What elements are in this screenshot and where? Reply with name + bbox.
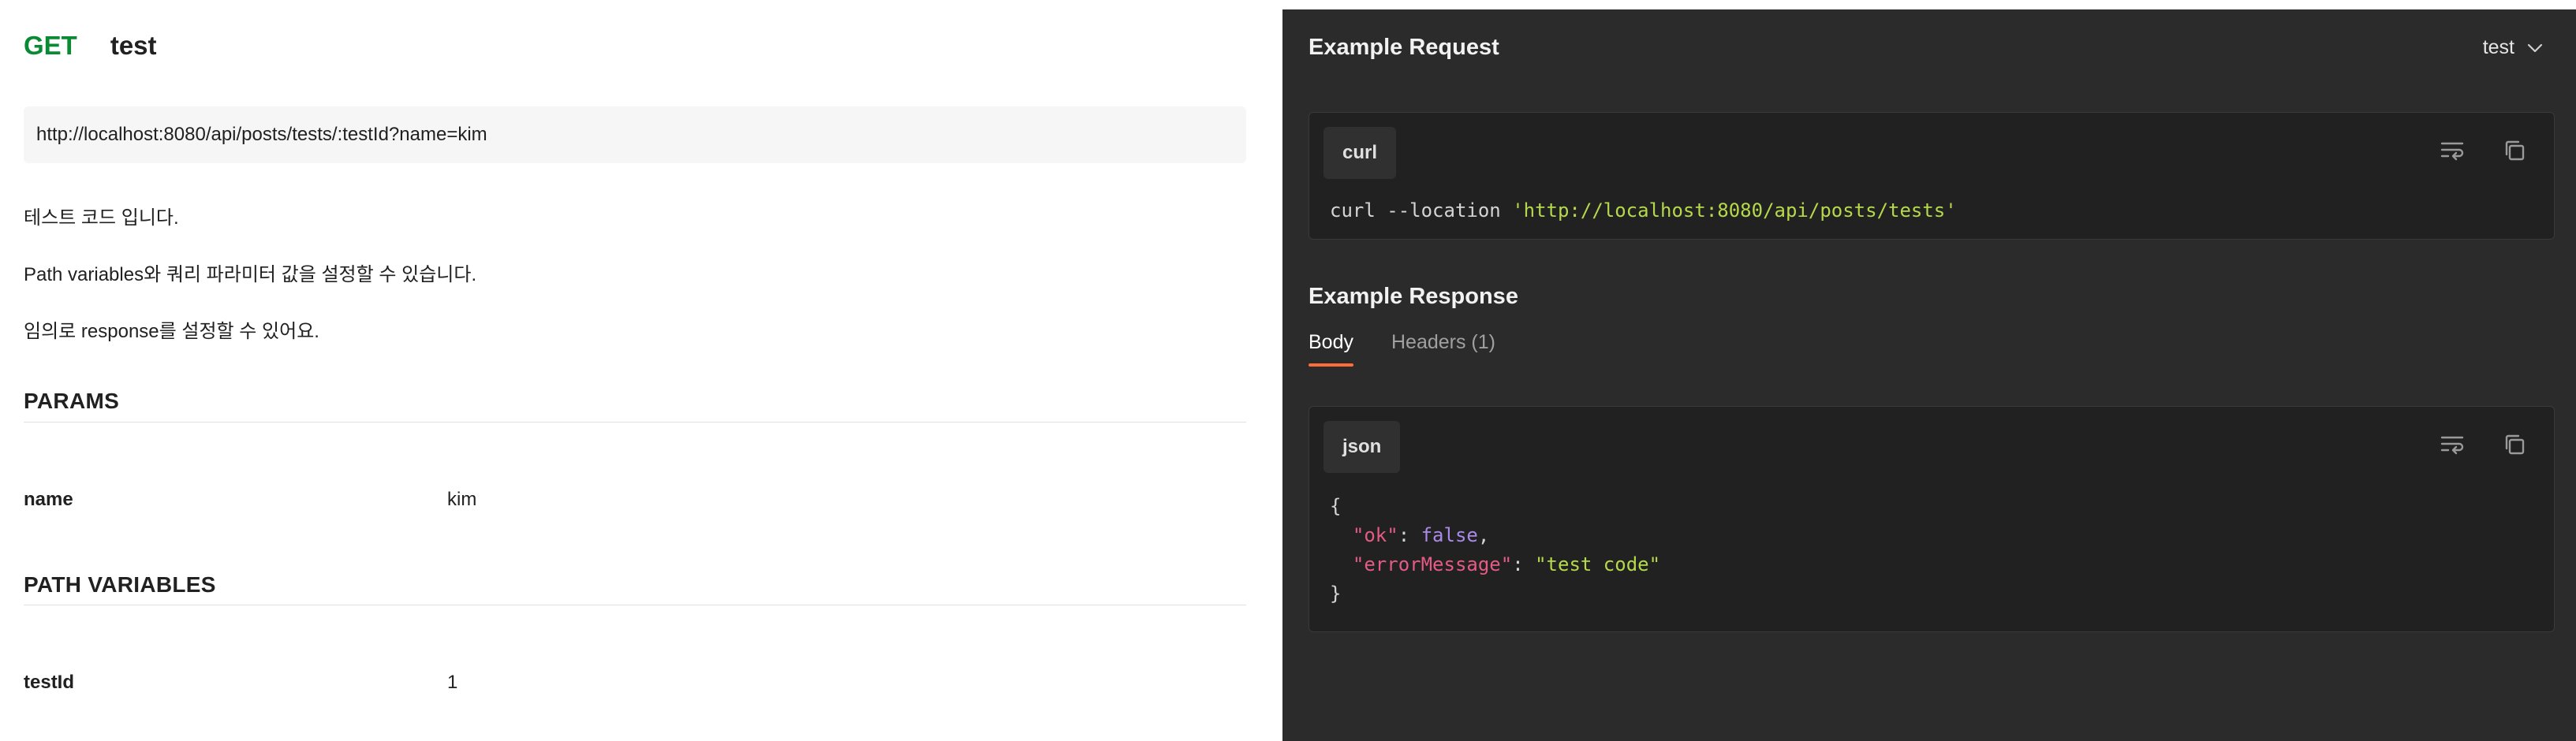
param-value: kim xyxy=(447,489,477,510)
json-value: false xyxy=(1421,524,1478,546)
example-response-code-card: json { "ok": false, "errorMessage": "tes… xyxy=(1309,406,2555,632)
example-request-code-card: curl curl --location 'http://localhost:8… xyxy=(1309,112,2555,240)
description-line: 테스트 코드 입니다. xyxy=(24,207,179,229)
language-badge: curl xyxy=(1323,127,1397,179)
json-value: "test code" xyxy=(1535,553,1661,575)
language-badge: json xyxy=(1323,421,1401,473)
json-key: "ok" xyxy=(1352,524,1398,546)
chevron-down-icon xyxy=(2527,43,2543,52)
wrap-lines-icon[interactable] xyxy=(2439,430,2467,459)
json-key: "errorMessage" xyxy=(1352,553,1513,575)
divider xyxy=(24,422,1246,423)
tab-headers[interactable]: Headers (1) xyxy=(1391,331,1495,367)
path-variables-section-title: PATH VARIABLES xyxy=(24,572,216,597)
example-request-title: Example Request xyxy=(1309,35,1499,60)
path-variable-value: 1 xyxy=(447,672,458,693)
request-code: curl --location 'http://localhost:8080/a… xyxy=(1330,196,1957,225)
param-key: name xyxy=(24,489,73,510)
tab-body[interactable]: Body xyxy=(1309,331,1353,367)
request-url[interactable]: http://localhost:8080/api/posts/tests/:t… xyxy=(24,106,1246,163)
description-line: Path variables와 쿼리 파라미터 값을 설정할 수 있습니다. xyxy=(24,264,477,285)
request-header: GET test xyxy=(24,28,157,63)
code-url: 'http://localhost:8080/api/posts/tests' xyxy=(1512,199,1957,222)
request-docs-panel: GET test http://localhost:8080/api/posts… xyxy=(0,0,1282,741)
params-section-title: PARAMS xyxy=(24,389,120,413)
json-open-brace: { xyxy=(1330,495,1342,517)
json-close-brace: } xyxy=(1330,583,1342,605)
path-variable-key: testId xyxy=(24,672,75,693)
wrap-lines-icon[interactable] xyxy=(2439,136,2467,165)
documentation-page: GET test http://localhost:8080/api/posts… xyxy=(0,0,2576,741)
example-selector[interactable]: test xyxy=(2483,36,2543,59)
examples-panel: Example Request test curl curl --locatio… xyxy=(1282,9,2576,741)
example-response-title: Example Response xyxy=(1309,284,1518,309)
description-line: 임의로 response를 설정할 수 있어요. xyxy=(24,321,319,342)
request-name: test xyxy=(110,31,157,60)
response-code: { "ok": false, "errorMessage": "test cod… xyxy=(1330,495,1661,605)
code-flag: --location xyxy=(1375,199,1513,222)
example-selector-value: test xyxy=(2482,36,2514,58)
request-url-text: http://localhost:8080/api/posts/tests/:t… xyxy=(36,124,487,145)
copy-icon[interactable] xyxy=(2500,136,2529,165)
copy-icon[interactable] xyxy=(2500,430,2529,459)
response-tabs: Body Headers (1) xyxy=(1309,331,1533,367)
request-method: GET xyxy=(24,31,77,60)
code-command: curl xyxy=(1330,199,1376,222)
